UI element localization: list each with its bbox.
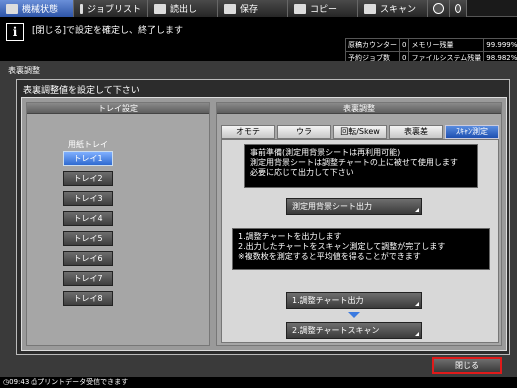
- tray-settings-panel: トレイ設定 用紙トレイ トレイ1 トレイ2 トレイ3 トレイ4 トレイ5 トレイ…: [26, 102, 210, 346]
- arrow-down-icon: [348, 312, 360, 318]
- save-icon: [224, 3, 236, 14]
- tray-3-button[interactable]: トレイ3: [63, 191, 113, 206]
- scan-measure-body: 事前準備(測定用背景シートは再利用可能) 測定用背景シートは調整チャートの上に被…: [221, 139, 499, 343]
- counter-label: メモリー残量: [408, 38, 485, 52]
- paper-tray-caption: 用紙トレイ: [68, 140, 108, 149]
- tab-save[interactable]: 保存: [218, 0, 288, 17]
- tab-label: 読出し: [170, 5, 198, 15]
- tray-1-button[interactable]: トレイ1: [63, 151, 113, 166]
- preparation-note: 事前準備(測定用背景シートは再利用可能) 測定用背景シートは調整チャートの上に被…: [244, 144, 478, 188]
- tab-recall[interactable]: 読出し: [148, 0, 218, 17]
- dialog-body: トレイ設定 用紙トレイ トレイ1 トレイ2 トレイ3 トレイ4 トレイ5 トレイ…: [21, 97, 507, 351]
- job-list-icon: [80, 3, 83, 14]
- tray-7-button[interactable]: トレイ7: [63, 271, 113, 286]
- scan-chart-button[interactable]: 2.調整チャートスキャン: [286, 322, 422, 339]
- note-line: 必要に応じて出力して下さい: [250, 168, 354, 177]
- note-line: 事前準備(測定用背景シートは再利用可能): [250, 148, 401, 157]
- tab-machine-status[interactable]: 機械状態: [0, 0, 74, 17]
- tab-front[interactable]: オモテ: [221, 125, 275, 139]
- tray-settings-header: トレイ設定: [27, 103, 209, 114]
- procedure-note: 1.調整チャートを出力します 2.出力したチャートをスキャン測定して調整が完了し…: [232, 228, 490, 270]
- screen-title: 表裏調整: [8, 66, 40, 75]
- message-text: [閉じる]で設定を確定し、終了します: [32, 26, 184, 36]
- close-button[interactable]: 閉じる: [432, 357, 502, 374]
- note-line: ※複数枚を測定すると平均値を得ることができます: [238, 252, 421, 261]
- tab-label: ジョブリスト: [86, 5, 141, 15]
- tab-scan-measure[interactable]: ｽｷｬﾝ測定: [445, 125, 499, 139]
- tray-4-button[interactable]: トレイ4: [63, 211, 113, 226]
- status-text: プリントデータ受信できます: [37, 378, 129, 386]
- tray-5-button[interactable]: トレイ5: [63, 231, 113, 246]
- adjust-dialog: 表裏調整値を設定して下さい トレイ設定 用紙トレイ トレイ1 トレイ2 トレイ3…: [16, 79, 510, 355]
- tray-6-button[interactable]: トレイ6: [63, 251, 113, 266]
- globe-icon: [433, 3, 444, 14]
- tab-scan[interactable]: スキャン: [358, 0, 428, 17]
- copy-icon: [294, 3, 306, 14]
- power-button[interactable]: [450, 0, 467, 17]
- tab-back[interactable]: ウラ: [277, 125, 331, 139]
- tab-job-list[interactable]: ジョブリスト: [74, 0, 148, 17]
- tray-8-button[interactable]: トレイ8: [63, 291, 113, 306]
- front-back-adjust-panel: 表裏調整 オモテ ウラ 回転/Skew 表裏差 ｽｷｬﾝ測定 事前準備(測定用背…: [216, 102, 502, 346]
- message-area: i [閉じる]で設定を確定し、終了します 原稿カウンター 0 メモリー残量 99…: [0, 17, 517, 65]
- tab-label: 保存: [240, 5, 259, 15]
- tab-label: 機械状態: [22, 5, 59, 15]
- counter-value: 99.999%: [483, 38, 517, 52]
- tab-copy[interactable]: コピー: [288, 0, 358, 17]
- counter-label: 原稿カウンター: [345, 38, 400, 52]
- power-icon: [455, 4, 461, 13]
- status-bar: ◷09:43 ⎙プリントデータ受信できます: [0, 377, 517, 388]
- info-icon: i: [6, 23, 24, 41]
- top-tab-bar: 機械状態 ジョブリスト 読出し 保存 コピー スキャン: [0, 0, 517, 17]
- adjust-tabs: オモテ ウラ 回転/Skew 表裏差 ｽｷｬﾝ測定: [221, 125, 499, 139]
- instruction-text: 表裏調整値を設定して下さい: [23, 86, 140, 96]
- tab-label: コピー: [310, 5, 338, 15]
- background-sheet-output-button[interactable]: 測定用背景シート出力: [286, 198, 422, 215]
- status-time: 09:43: [9, 378, 30, 386]
- machine-icon: [6, 3, 18, 14]
- output-chart-button[interactable]: 1.調整チャート出力: [286, 292, 422, 309]
- tab-front-back-diff[interactable]: 表裏差: [389, 125, 443, 139]
- note-line: 1.調整チャートを出力します: [238, 232, 342, 241]
- scan-icon: [364, 3, 376, 14]
- main-panel: 表裏調整 表裏調整値を設定して下さい トレイ設定 用紙トレイ トレイ1 トレイ2…: [0, 61, 517, 377]
- tray-2-button[interactable]: トレイ2: [63, 171, 113, 186]
- recall-icon: [154, 3, 166, 14]
- tab-rotation-skew[interactable]: 回転/Skew: [333, 125, 387, 139]
- front-back-adjust-header: 表裏調整: [217, 103, 501, 114]
- counter-value: 0: [398, 38, 410, 52]
- note-line: 2.出力したチャートをスキャン測定して調整が完了します: [238, 242, 446, 251]
- tab-label: スキャン: [380, 5, 417, 15]
- note-line: 測定用背景シートは調整チャートの上に被せて使用します: [250, 158, 458, 167]
- language-button[interactable]: [428, 0, 450, 17]
